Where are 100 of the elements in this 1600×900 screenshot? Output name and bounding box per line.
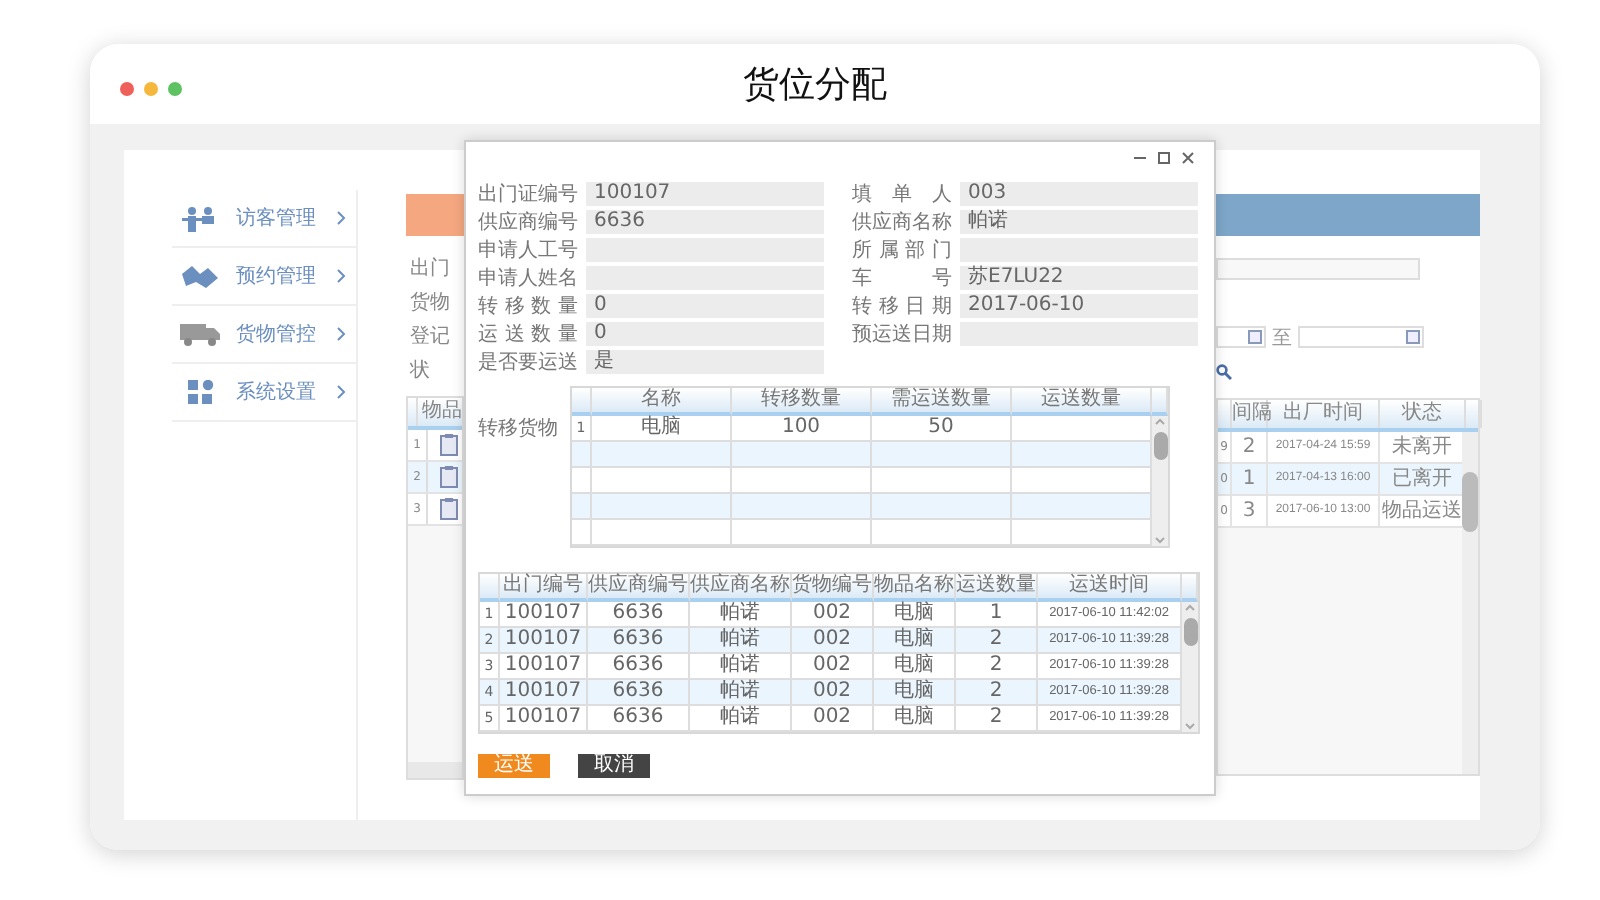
column-header: 运送数量 <box>1012 388 1152 416</box>
form-label: 状 <box>410 358 432 384</box>
table-cell: 100107 <box>500 706 588 732</box>
table-cell: 002 <box>792 680 874 706</box>
table-cell <box>592 494 732 520</box>
scrollbar[interactable] <box>1152 416 1168 546</box>
grid-icon <box>187 379 213 405</box>
sidebar-item[interactable]: 访客管理 <box>172 190 356 248</box>
chevron-up-icon[interactable] <box>1184 604 1196 612</box>
clipboard-icon[interactable] <box>440 466 458 488</box>
cancel-button[interactable]: 取消 <box>578 754 650 778</box>
input-field[interactable]: 是 <box>586 350 824 374</box>
column-header: 间隔 <box>1232 400 1268 428</box>
table-cell <box>872 494 1012 520</box>
table-cell: 3 <box>1232 496 1268 526</box>
date-field[interactable] <box>1216 326 1266 348</box>
column-header: 需运送数量 <box>872 388 1012 416</box>
input-field[interactable]: 0 <box>586 294 824 318</box>
field-label: 转移货物 <box>478 416 558 444</box>
table-cell: 002 <box>792 628 874 654</box>
minimize-dot-icon[interactable] <box>144 82 158 96</box>
input-field[interactable]: 帕诺 <box>960 210 1198 234</box>
sidebar-item[interactable]: 系统设置 <box>172 364 356 422</box>
table-cell: 电脑 <box>874 680 956 706</box>
chevron-down-icon[interactable] <box>1184 722 1196 730</box>
table-cell: 6636 <box>588 628 690 654</box>
table-cell: 电脑 <box>874 602 956 628</box>
input-field[interactable]: 0 <box>586 322 824 346</box>
column-header: 运送数量 <box>956 574 1038 602</box>
people-icon <box>182 205 218 231</box>
input-field[interactable]: 2017-06-10 <box>960 294 1198 318</box>
table-cell: 2 <box>956 654 1038 680</box>
clipboard-icon[interactable] <box>440 434 458 456</box>
chevron-right-icon <box>336 384 346 400</box>
table-cell <box>1012 416 1152 442</box>
clipboard-icon[interactable] <box>440 498 458 520</box>
table-cell: 1 <box>956 602 1038 628</box>
table-cell: 电脑 <box>874 628 956 654</box>
table-cell: 100107 <box>500 654 588 680</box>
input-field[interactable]: 100107 <box>586 182 824 206</box>
input-field[interactable] <box>1216 258 1420 280</box>
table-cell <box>732 468 872 494</box>
close-dot-icon[interactable] <box>120 82 134 96</box>
calendar-icon[interactable] <box>1406 330 1420 344</box>
field-label: 填单人 <box>852 181 952 208</box>
table-cell: 帕诺 <box>690 628 792 654</box>
table-cell <box>592 442 732 468</box>
column-header: 名称 <box>592 388 732 416</box>
sidebar-item[interactable]: 预约管理 <box>172 248 356 306</box>
scrollbar[interactable] <box>1462 432 1478 774</box>
column-header: 供应商编号 <box>588 574 690 602</box>
close-icon[interactable] <box>1182 152 1194 164</box>
table-cell: 6636 <box>588 602 690 628</box>
form-label: 货物 <box>410 290 452 316</box>
table-cell: 100107 <box>500 680 588 706</box>
search-icon[interactable] <box>1216 363 1232 379</box>
table-cell: 电脑 <box>874 706 956 732</box>
field-label: 是否要运送 <box>478 349 578 376</box>
ship-button[interactable]: 运送 <box>478 754 550 778</box>
truck-icon <box>180 323 220 345</box>
sidebar-item[interactable]: 货物管控 <box>172 306 356 364</box>
maximize-dot-icon[interactable] <box>168 82 182 96</box>
column-header: 物品名称 <box>874 574 956 602</box>
table-cell: 帕诺 <box>690 654 792 680</box>
field-label: 预运送日期 <box>852 321 952 348</box>
input-field[interactable]: 6636 <box>586 210 824 234</box>
table-cell: 2 <box>956 628 1038 654</box>
table-cell: 2 <box>956 706 1038 732</box>
maximize-icon[interactable] <box>1158 152 1170 164</box>
chevron-right-icon <box>336 210 346 226</box>
field-label: 转移数量 <box>478 294 578 320</box>
column-header: 物品 <box>420 398 462 426</box>
table-cell: 帕诺 <box>690 706 792 732</box>
scrollbar[interactable] <box>408 762 462 778</box>
table-cell: 电脑 <box>592 416 732 442</box>
column-header: 货物编号 <box>792 574 874 602</box>
table-cell <box>592 468 732 494</box>
field-label: 供应商名称 <box>852 209 952 236</box>
column-header: 出厂时间 <box>1268 400 1380 428</box>
table-cell: 6636 <box>588 680 690 706</box>
form-label: 出门 <box>410 256 452 282</box>
input-field[interactable]: 苏E7LU22 <box>960 266 1198 290</box>
chevron-right-icon <box>336 268 346 284</box>
chevron-right-icon <box>336 326 346 342</box>
table-cell: 1 <box>1232 464 1268 494</box>
table-cell <box>1012 494 1152 520</box>
table-cell: 6636 <box>588 654 690 680</box>
field-label: 所属部门 <box>852 237 952 264</box>
column-header: 运送时间 <box>1038 574 1182 602</box>
minimize-icon[interactable] <box>1134 152 1146 164</box>
calendar-icon[interactable] <box>1248 330 1262 344</box>
chevron-down-icon[interactable] <box>1154 536 1166 544</box>
table-cell: 帕诺 <box>690 680 792 706</box>
date-field[interactable] <box>1298 326 1424 348</box>
chevron-up-icon[interactable] <box>1154 418 1166 426</box>
scrollbar[interactable] <box>1182 602 1198 732</box>
field-label: 转移日期 <box>852 293 952 320</box>
table-cell <box>1012 468 1152 494</box>
input-field[interactable]: 003 <box>960 182 1198 206</box>
table-cell <box>872 468 1012 494</box>
